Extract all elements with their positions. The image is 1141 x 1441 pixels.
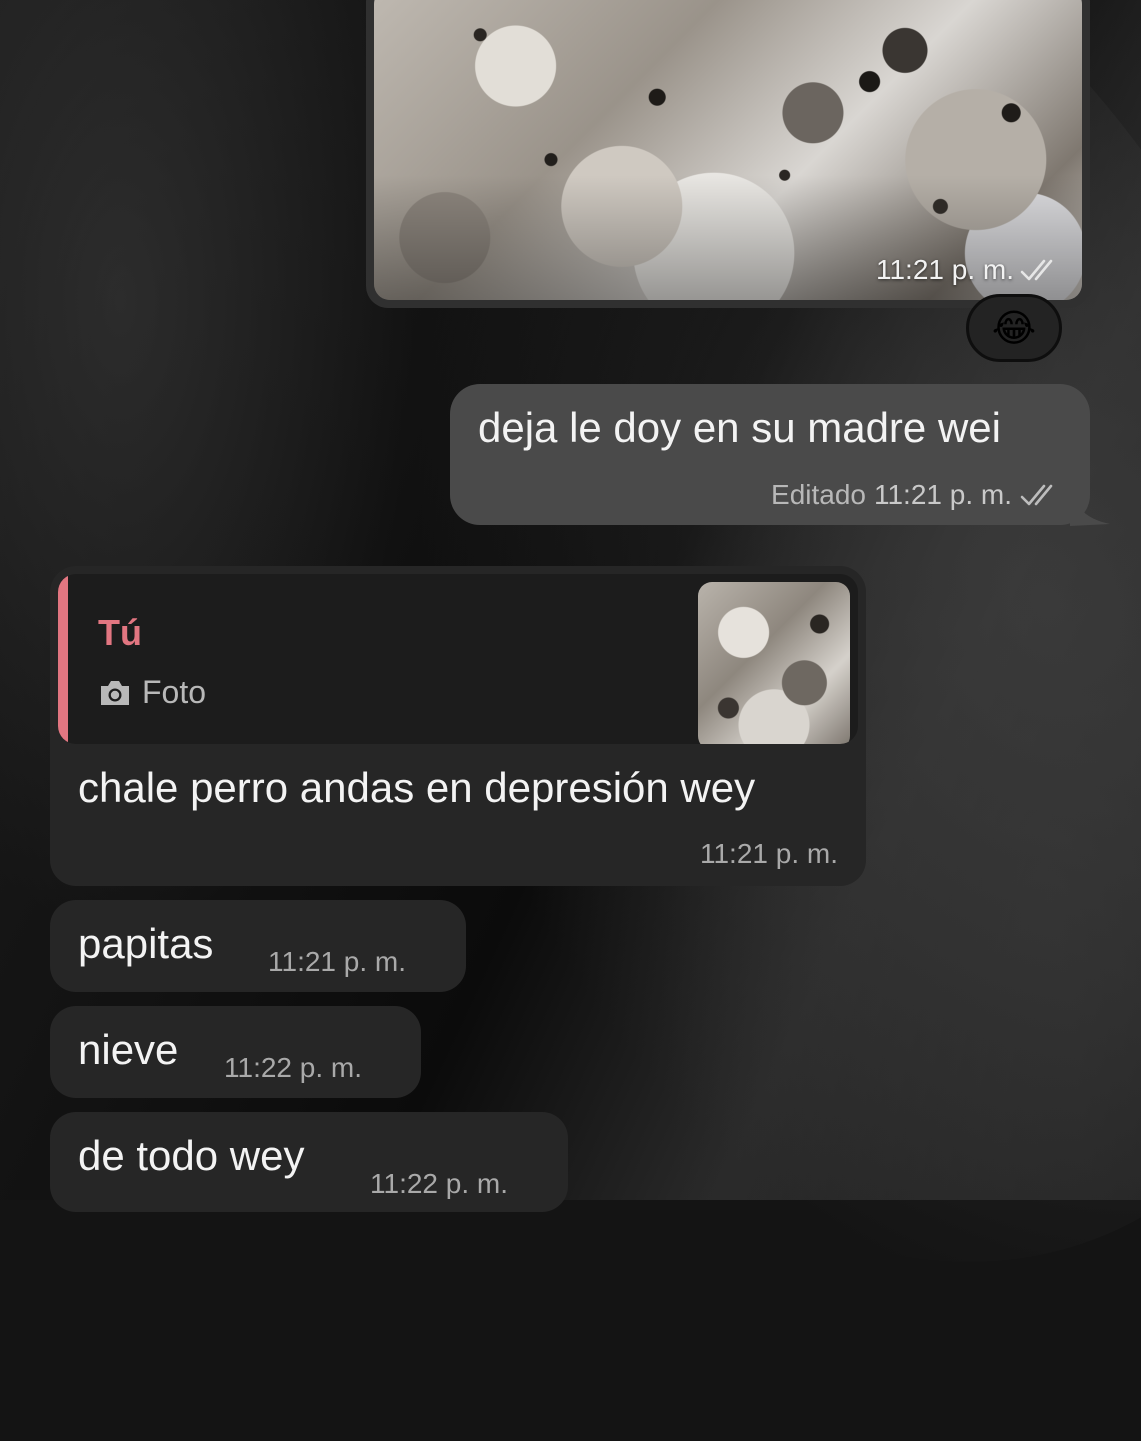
laughing-emoji-icon: 😂	[991, 307, 1037, 350]
photo-message-time: 11:21 p. m.	[875, 254, 1014, 285]
message-time: 11:21 p. m.	[699, 838, 838, 869]
message-text: nieve	[78, 1026, 179, 1073]
reaction-badge[interactable]: 😂	[966, 294, 1062, 362]
quote-accent-bar	[58, 574, 68, 744]
quote-kind: Foto	[98, 674, 206, 711]
quoted-photo-thumbnail	[698, 582, 850, 744]
incoming-text-message[interactable]: de todo wey 11:22 p. m.	[50, 1112, 568, 1212]
message-text: papitas	[78, 920, 214, 967]
outgoing-text-message[interactable]: deja le doy en su madre wei Editado 11:2…	[450, 384, 1090, 525]
double-check-icon	[1020, 484, 1053, 506]
camera-icon	[101, 680, 129, 705]
outgoing-photo-message[interactable]: 11:21 p. m.	[366, 0, 1090, 308]
bubble-tail	[1070, 490, 1110, 526]
quote-author: Tú	[98, 612, 142, 653]
quote-kind-label: Foto	[142, 674, 207, 710]
message-text: deja le doy en su madre wei	[478, 404, 1001, 451]
message-time: 11:22 p. m.	[370, 1168, 509, 1199]
double-check-icon	[1020, 259, 1053, 281]
message-time: 11:22 p. m.	[224, 1052, 363, 1083]
photo-message-meta: 11:21 p. m.	[876, 254, 1062, 286]
message-time: 11:21 p. m.	[873, 479, 1012, 510]
message-text: de todo wey	[78, 1132, 305, 1179]
incoming-text-message[interactable]: papitas 11:21 p. m.	[50, 900, 466, 992]
edited-label: Editado	[771, 479, 866, 510]
quoted-message[interactable]: Tú Foto	[58, 574, 858, 744]
message-time: 11:21 p. m.	[268, 946, 407, 977]
message-text: chale perro andas en depresión wey	[78, 764, 756, 811]
incoming-text-message[interactable]: nieve 11:22 p. m.	[50, 1006, 421, 1098]
incoming-reply-message[interactable]: Tú Foto chale perro andas en depresión w…	[50, 566, 866, 886]
message-meta: Editado 11:21 p. m.	[771, 479, 1062, 511]
